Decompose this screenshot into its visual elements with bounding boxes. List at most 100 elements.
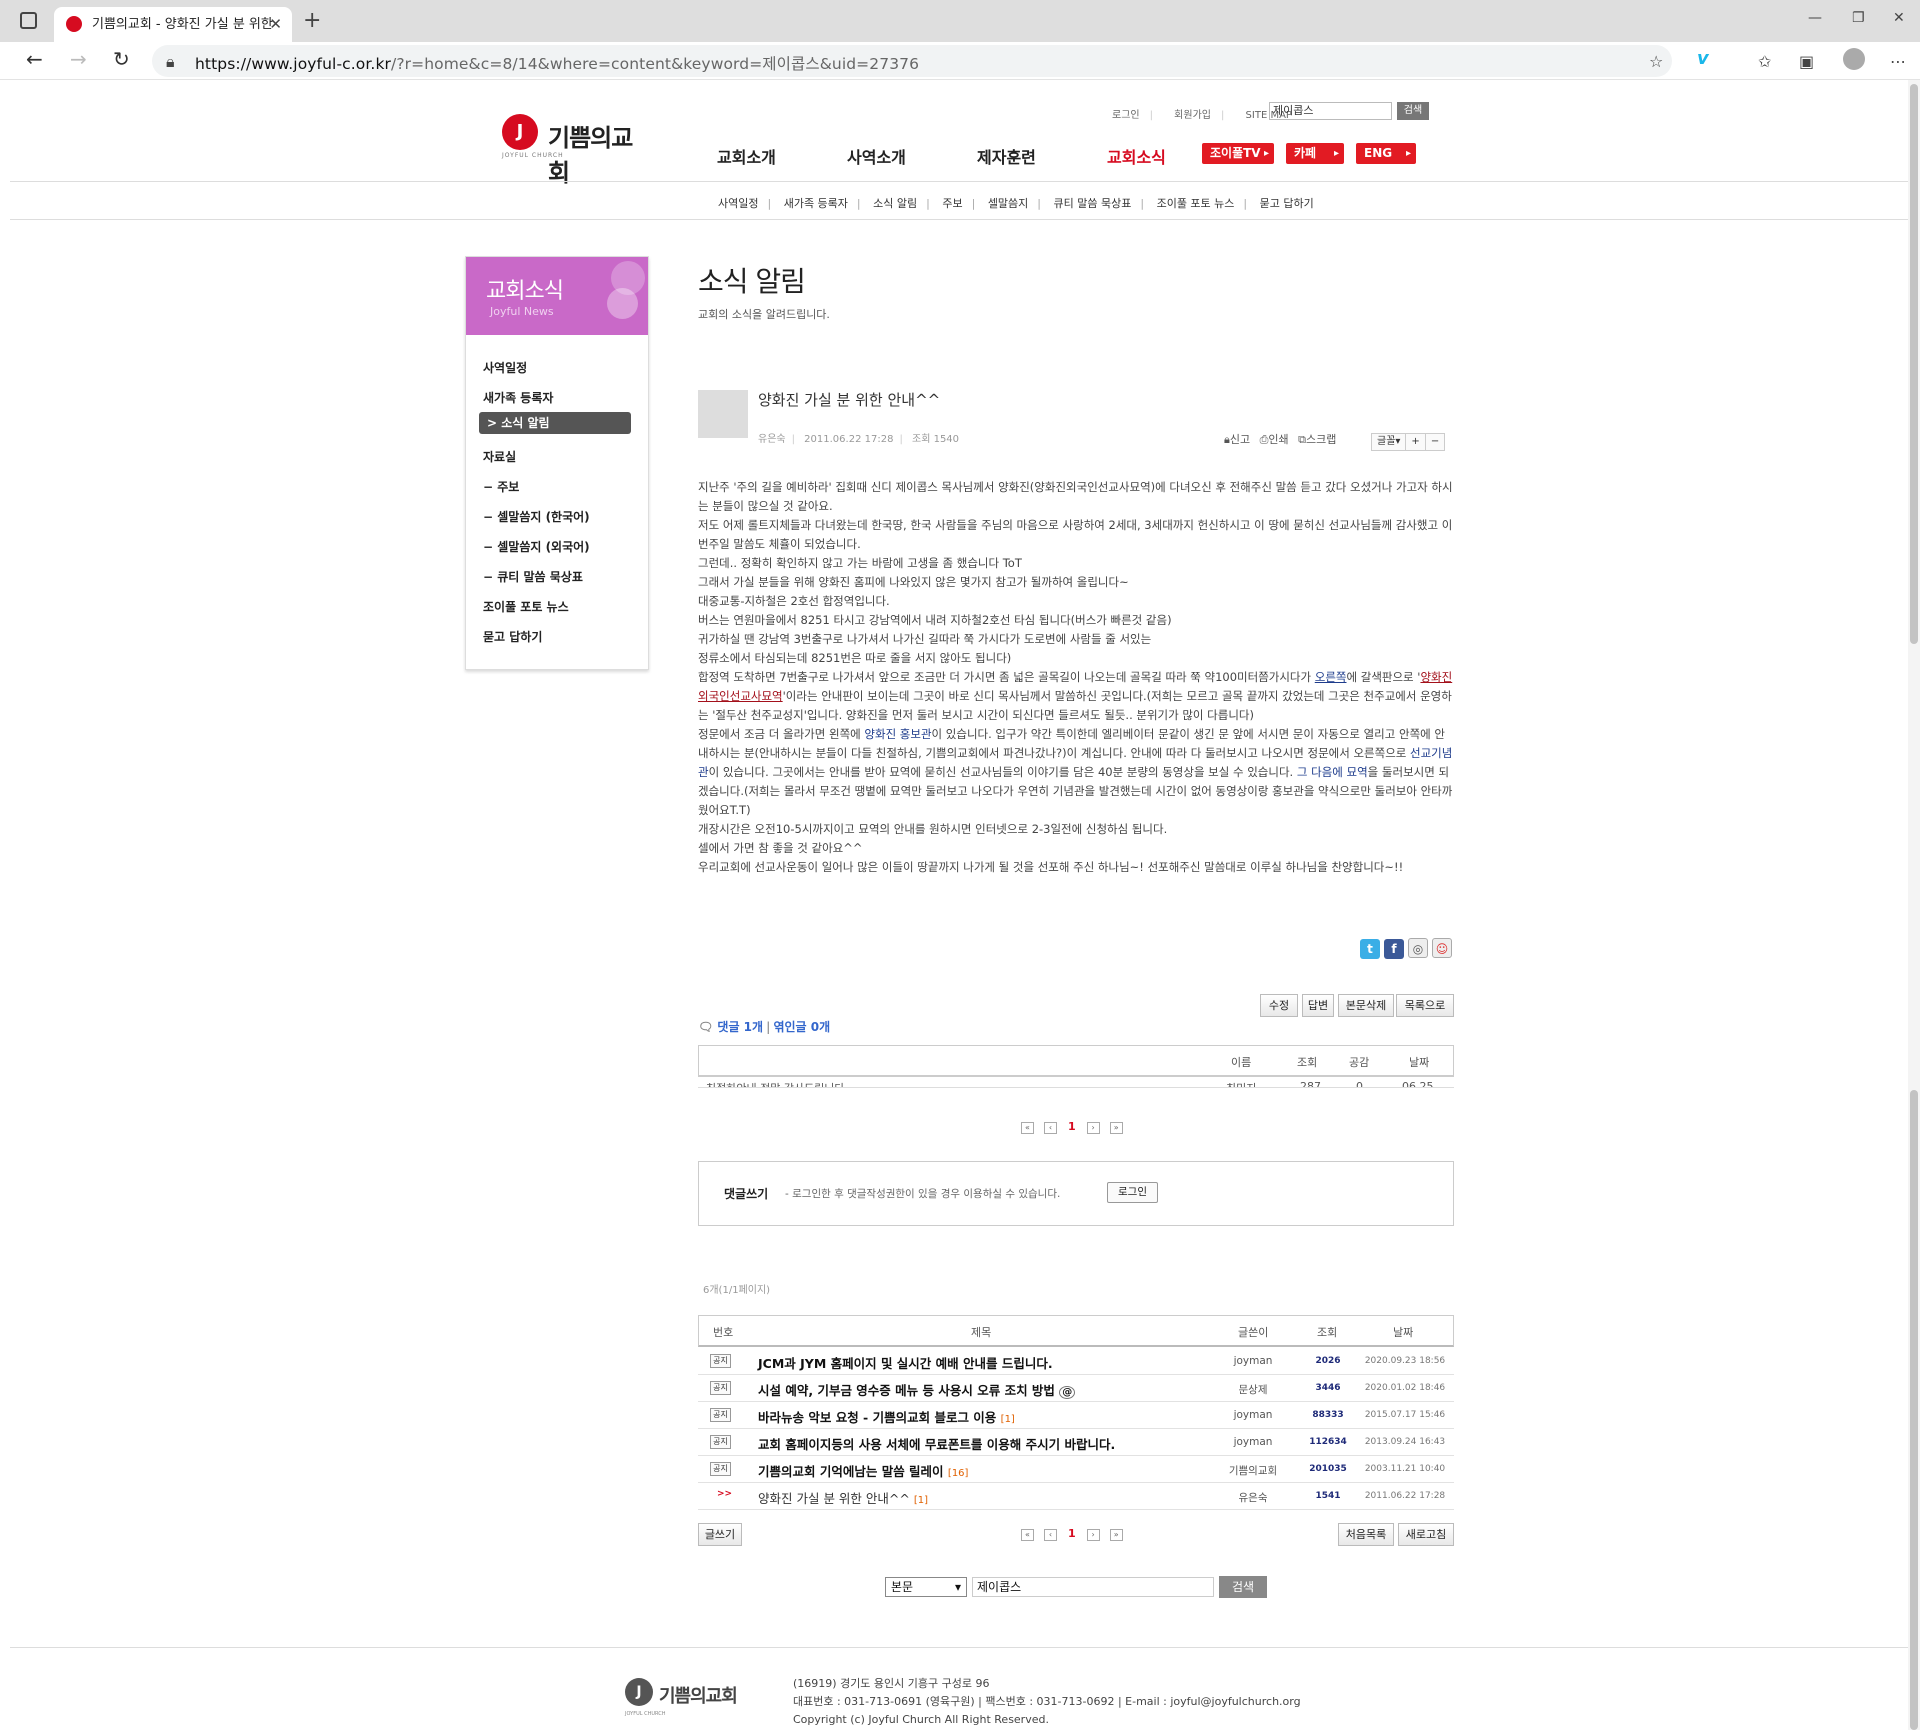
header-search-input[interactable]: 제이콥스 bbox=[1269, 102, 1392, 120]
prev-page-icon[interactable]: ‹ bbox=[1044, 1529, 1057, 1541]
signup-link[interactable]: 회원가입 bbox=[1174, 110, 1211, 121]
facebook-icon[interactable]: f bbox=[1384, 939, 1404, 959]
eng-button[interactable]: ENG bbox=[1356, 143, 1416, 164]
subnav-item[interactable]: 주보 bbox=[942, 197, 962, 210]
scrollbar-thumb-lower[interactable] bbox=[1910, 1090, 1918, 1730]
subnav-item[interactable]: 묻고 답하기 bbox=[1260, 197, 1314, 210]
font-decrease-button[interactable]: − bbox=[1424, 433, 1446, 451]
subnav-item[interactable]: 사역일정 bbox=[718, 197, 758, 210]
more-icon[interactable]: ⋯ bbox=[1890, 52, 1906, 71]
sidebar-item-newcomers[interactable]: 새가족 등록자 bbox=[483, 389, 553, 406]
lock-icon[interactable]: 🔒︎ bbox=[166, 52, 175, 72]
search-button[interactable]: 검색 bbox=[1219, 1576, 1267, 1598]
list-row[interactable]: 공지 바라뉴송 악보 요청 - 기쁨의교회 블로그 이용 [1] joyman … bbox=[698, 1402, 1454, 1429]
current-page[interactable]: 1 bbox=[1068, 1527, 1076, 1540]
subnav-item[interactable]: 조이풀 포토 뉴스 bbox=[1157, 197, 1235, 210]
refresh-icon[interactable]: ↻ bbox=[113, 47, 130, 71]
sidebar-item-schedule[interactable]: 사역일정 bbox=[483, 359, 527, 376]
url-text[interactable]: https://www.joyful-c.or.kr/?r=home&c=8/1… bbox=[195, 52, 919, 74]
trackback-count[interactable]: 엮인글 0개 bbox=[773, 1020, 830, 1034]
row-title[interactable]: 기쁨의교회 기억에남는 말씀 릴레이 [16] bbox=[758, 1461, 968, 1480]
restore-icon[interactable]: ❐ bbox=[1852, 10, 1865, 26]
font-increase-button[interactable]: + bbox=[1405, 433, 1426, 451]
list-row[interactable]: 공지 기쁨의교회 기억에남는 말씀 릴레이 [16] 기쁨의교회 201035 … bbox=[698, 1456, 1454, 1483]
subnav-item[interactable]: 소식 알림 bbox=[873, 197, 917, 210]
comment-header: 이름 조회 공감 날짜 bbox=[698, 1045, 1454, 1077]
close-icon[interactable]: ✕ bbox=[269, 7, 282, 42]
row-title[interactable]: 바라뉴송 악보 요청 - 기쁨의교회 블로그 이용 [1] bbox=[758, 1407, 1015, 1426]
sidebar-item-cell-foreign[interactable]: − 셀말씀지 (외국어) bbox=[483, 538, 590, 555]
subnav-item[interactable]: 셀말씀지 bbox=[988, 197, 1028, 210]
next-page-icon[interactable]: › bbox=[1086, 1122, 1100, 1134]
last-page-icon[interactable]: » bbox=[1109, 1122, 1123, 1134]
row-title[interactable]: 양화진 가실 분 위한 안내^^ [1] bbox=[758, 1488, 928, 1507]
me2day-icon[interactable]: ◎ bbox=[1408, 938, 1428, 958]
menu-church-intro[interactable]: 교회소개 bbox=[717, 144, 776, 168]
comment-count[interactable]: 댓글 1개 bbox=[717, 1020, 763, 1034]
vimeo-icon[interactable]: v bbox=[1697, 48, 1709, 69]
yozm-icon[interactable]: ☺ bbox=[1432, 938, 1452, 958]
prev-page-icon[interactable]: ‹ bbox=[1044, 1122, 1057, 1134]
reply-button[interactable]: 답변 bbox=[1302, 994, 1334, 1017]
next-page-icon[interactable]: › bbox=[1086, 1529, 1100, 1541]
refresh-list-button[interactable]: 새로고침 bbox=[1398, 1523, 1454, 1546]
sidebar-item-photo-news[interactable]: 조이풀 포토 뉴스 bbox=[483, 598, 569, 615]
list-row[interactable]: 공지 JCM과 JYM 홈페이지 및 실시간 예배 안내를 드립니다. joym… bbox=[698, 1348, 1454, 1375]
delete-button[interactable]: 본문삭제 bbox=[1338, 994, 1394, 1017]
sidebar-item-qna[interactable]: 묻고 답하기 bbox=[483, 628, 542, 645]
scrap-link[interactable]: 스크랩 bbox=[1306, 433, 1336, 446]
first-page-icon[interactable]: « bbox=[1021, 1529, 1034, 1541]
sidebar-item-cell-kr[interactable]: − 셀말씀지 (한국어) bbox=[483, 508, 590, 525]
site-logo[interactable]: J 기쁨의교회 JOYFUL CHURCH bbox=[502, 112, 652, 187]
cafe-button[interactable]: 카페 bbox=[1286, 143, 1344, 164]
menu-church-news[interactable]: 교회소식 bbox=[1107, 144, 1166, 168]
login-link[interactable]: 로그인 bbox=[1112, 110, 1140, 121]
menu-ministry[interactable]: 사역소개 bbox=[847, 144, 906, 168]
tab-actions-icon[interactable] bbox=[20, 12, 37, 29]
forward-icon[interactable]: → bbox=[70, 47, 87, 71]
edit-button[interactable]: 수정 bbox=[1260, 994, 1298, 1017]
subnav-item[interactable]: 새가족 등록자 bbox=[784, 197, 848, 210]
last-page-icon[interactable]: » bbox=[1109, 1529, 1123, 1541]
post-author[interactable]: 유은숙 bbox=[758, 434, 786, 445]
report-link[interactable]: 신고 bbox=[1230, 433, 1250, 446]
scrollbar-thumb[interactable] bbox=[1910, 84, 1918, 644]
first-list-button[interactable]: 처음목록 bbox=[1338, 1523, 1394, 1546]
favorite-add-icon[interactable]: ☆ bbox=[1649, 52, 1663, 71]
row-title[interactable]: 교회 홈페이지등의 사용 서체에 무료폰트를 이용해 주시기 바랍니다. bbox=[758, 1434, 1115, 1453]
sidebar-item-qt[interactable]: − 큐티 말씀 묵상표 bbox=[483, 568, 583, 585]
row-title[interactable]: 시설 예약, 기부금 영수증 메뉴 등 사용시 오류 조치 방법 @ bbox=[758, 1380, 1076, 1399]
header-search-button[interactable]: 검색 bbox=[1397, 102, 1429, 120]
subnav-item[interactable]: 큐티 말씀 묵상표 bbox=[1054, 197, 1132, 210]
search-scope-select[interactable]: 본문 bbox=[885, 1577, 967, 1597]
list-row-current[interactable]: >> 양화진 가실 분 위한 안내^^ [1] 유은숙 1541 2011.06… bbox=[698, 1483, 1454, 1510]
sidebar-item-bulletin[interactable]: − 주보 bbox=[483, 478, 519, 495]
list-button[interactable]: 목록으로 bbox=[1396, 994, 1454, 1017]
list-row[interactable]: 공지 교회 홈페이지등의 사용 서체에 무료폰트를 이용해 주시기 바랍니다. … bbox=[698, 1429, 1454, 1456]
sidebar-item-news-active[interactable]: > 소식 알림 bbox=[479, 412, 631, 434]
comment-login-button[interactable]: 로그인 bbox=[1107, 1182, 1158, 1203]
favorites-icon[interactable]: ✩ bbox=[1758, 52, 1771, 71]
joyful-tv-button[interactable]: 조이풀TV bbox=[1202, 143, 1274, 164]
browser-tab[interactable]: 기쁨의교회 - 양화진 가실 분 위한 ✕ bbox=[54, 7, 292, 42]
list-row[interactable]: 공지 시설 예약, 기부금 영수증 메뉴 등 사용시 오류 조치 방법 @ 문상… bbox=[698, 1375, 1454, 1402]
close-window-icon[interactable]: ✕ bbox=[1893, 10, 1905, 26]
first-page-icon[interactable]: « bbox=[1021, 1122, 1034, 1134]
comment-row[interactable]: 친절하안내 정말 감사드립니다~~ 최민지 287 0 06.25 14:05 bbox=[698, 1078, 1454, 1088]
back-icon[interactable]: ← bbox=[26, 47, 43, 71]
collections-icon[interactable]: ▣ bbox=[1799, 52, 1814, 71]
write-button[interactable]: 글쓰기 bbox=[698, 1523, 742, 1546]
menu-discipleship[interactable]: 제자훈련 bbox=[977, 144, 1036, 168]
twitter-icon[interactable]: t bbox=[1360, 939, 1380, 959]
row-title[interactable]: JCM과 JYM 홈페이지 및 실시간 예배 안내를 드립니다. bbox=[758, 1353, 1053, 1372]
body-link[interactable]: 오른쪽 bbox=[1315, 670, 1347, 684]
print-link[interactable]: 인쇄 bbox=[1268, 433, 1288, 446]
font-select-button[interactable]: 글꼴▾ bbox=[1371, 433, 1407, 451]
minimize-icon[interactable]: — bbox=[1808, 10, 1822, 26]
profile-icon[interactable] bbox=[1843, 48, 1865, 70]
search-input[interactable]: 제이콥스 bbox=[972, 1577, 1214, 1597]
sidebar-item-archive[interactable]: 자료실 bbox=[483, 448, 516, 465]
body-highlight: 그 다음에 묘역 bbox=[1296, 765, 1368, 779]
current-page[interactable]: 1 bbox=[1068, 1120, 1076, 1133]
plus-icon[interactable]: + bbox=[303, 8, 321, 33]
